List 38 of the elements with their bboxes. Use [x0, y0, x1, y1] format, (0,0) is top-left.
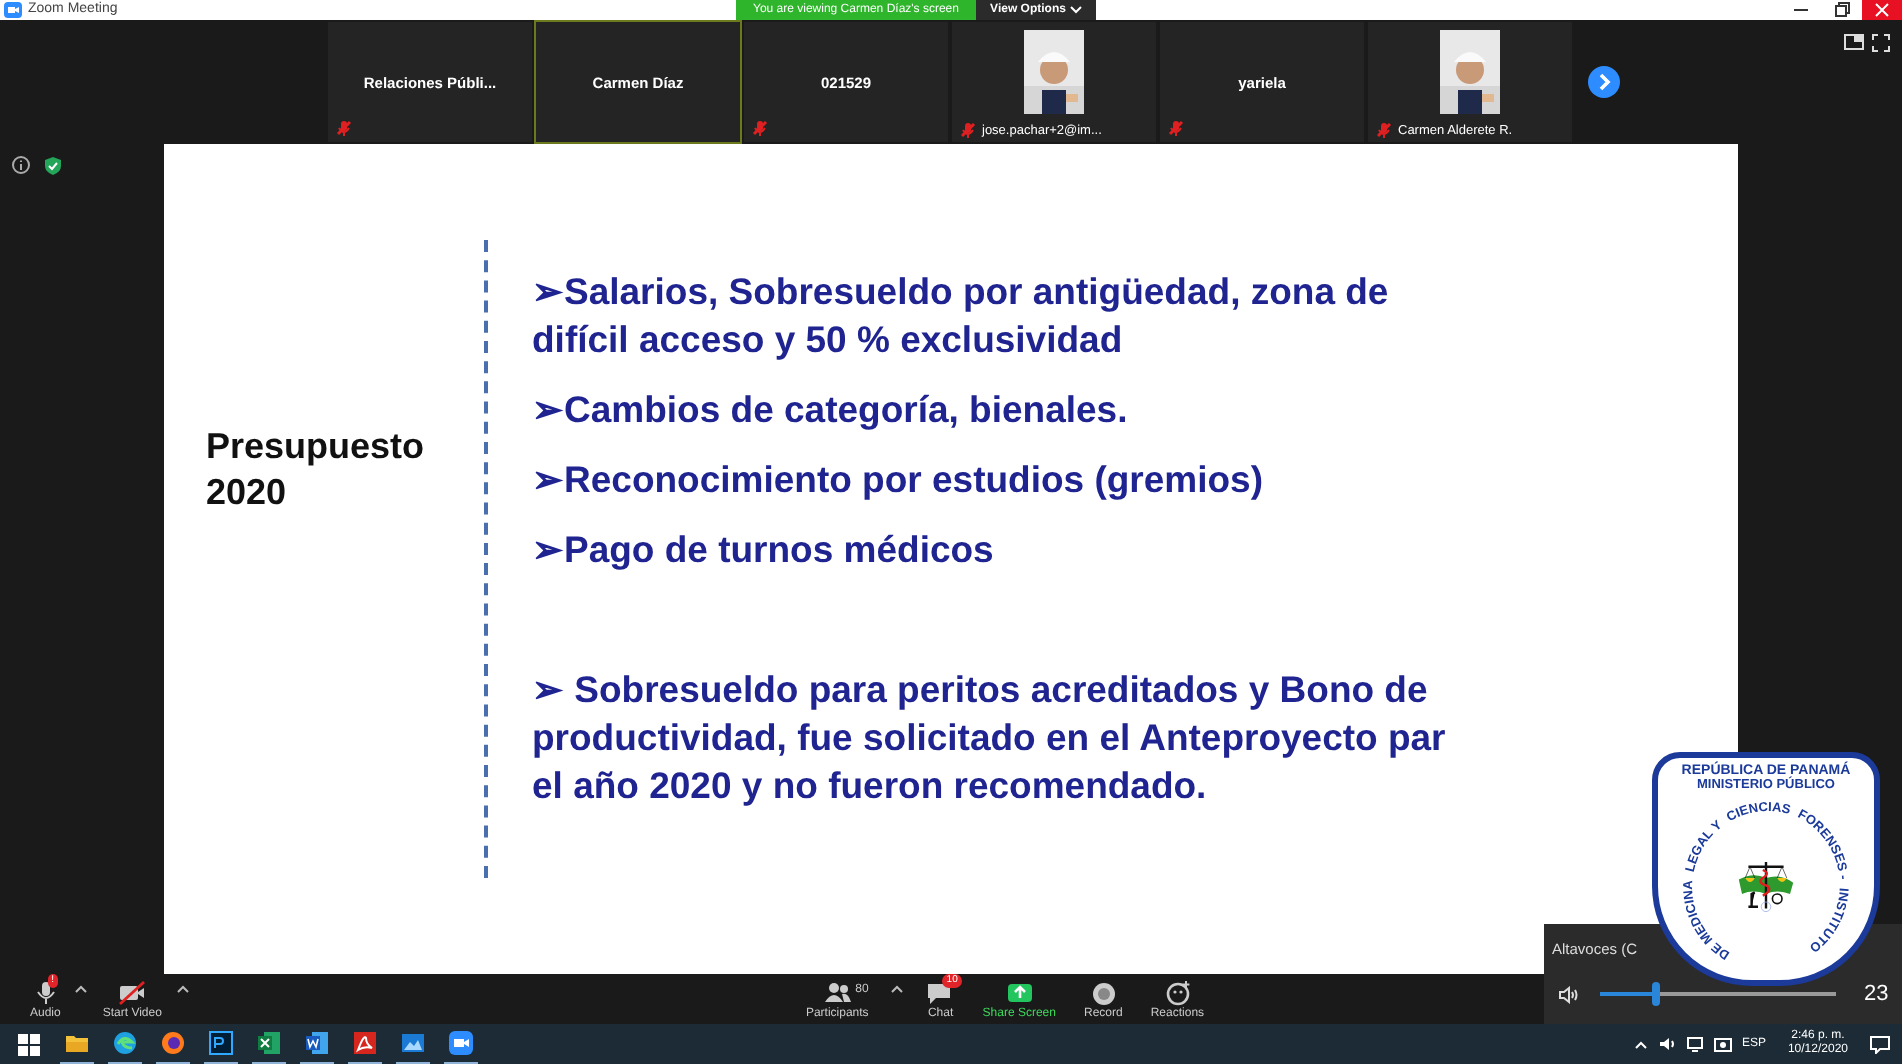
- image-editor-icon[interactable]: [208, 1030, 234, 1056]
- emblem-drawing: [1738, 860, 1794, 912]
- windows-icon[interactable]: [16, 1031, 42, 1057]
- close-icon[interactable]: [1862, 0, 1902, 20]
- video-off-icon: [118, 980, 147, 1006]
- photos-icon[interactable]: [400, 1030, 426, 1056]
- speaker-icon[interactable]: [1558, 985, 1580, 1003]
- caret-icon[interactable]: [175, 983, 190, 993]
- spreadsheet-icon[interactable]: [256, 1030, 282, 1056]
- layout-icon[interactable]: [1844, 34, 1864, 50]
- shield-icon[interactable]: [44, 156, 62, 176]
- caret-icon[interactable]: [890, 983, 905, 993]
- camera-icon[interactable]: [1713, 1036, 1732, 1052]
- bullet-text: ➢Pago de turnos médicos: [532, 526, 996, 574]
- share-icon: [1005, 980, 1034, 1006]
- browser-icon[interactable]: [112, 1030, 138, 1056]
- browser-icon[interactable]: [160, 1030, 186, 1056]
- speaker-icon[interactable]: [1657, 1036, 1676, 1052]
- next-page-icon[interactable]: [1588, 66, 1620, 98]
- pdf-icon[interactable]: [352, 1030, 378, 1056]
- emoji-icon: [1163, 980, 1192, 1006]
- volume-value: 23: [1864, 982, 1889, 1006]
- caret-icon: [1069, 6, 1082, 14]
- info-icon[interactable]: [12, 156, 30, 174]
- bullet-text: ➢Cambios de categoría, bienales.: [532, 386, 1130, 434]
- video-camera-icon[interactable]: [448, 1030, 474, 1056]
- fullscreen-icon[interactable]: [1872, 34, 1890, 52]
- record-icon: [1089, 980, 1118, 1006]
- bullet-text: ➢Reconocimiento por estudios (gremios): [532, 456, 1265, 504]
- slide-heading: Presupuesto 2020: [206, 423, 427, 515]
- people-icon: [823, 980, 852, 1006]
- chat-icon: [926, 980, 955, 1006]
- caret-icon[interactable]: [74, 983, 89, 993]
- folder-icon[interactable]: [64, 1030, 90, 1056]
- notifications-icon[interactable]: [1870, 1035, 1890, 1053]
- document-icon[interactable]: [304, 1030, 330, 1056]
- bullet-text: ➢Salarios, Sobresueldo por antigüedad, zona de difícil acceso y 50 % exclusividad: [532, 268, 1391, 364]
- bullet-text: ➢ Sobresueldo para peritos acreditados y Bono de productividad, fue solicitado en el Anteproyecto par el año 2020 y no fueron recomendado.: [532, 666, 1448, 810]
